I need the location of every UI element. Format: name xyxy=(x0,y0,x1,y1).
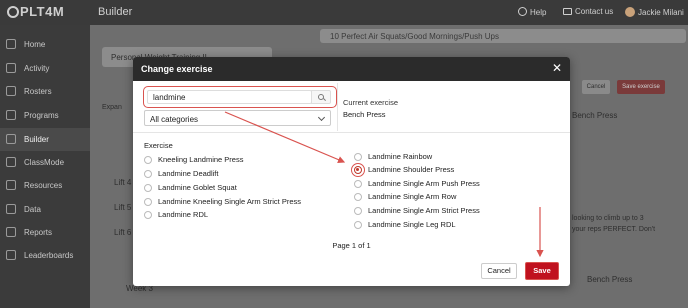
sidebar-item-label: Data xyxy=(24,205,41,214)
radio-button[interactable] xyxy=(144,184,152,192)
sidebar-item-activity[interactable]: Activity xyxy=(0,57,90,80)
bg-note-line: looking to climb up to 3 xyxy=(572,215,644,222)
lift-item[interactable]: Lift 6 xyxy=(114,228,131,237)
exercise-option-label: Landmine RDL xyxy=(158,210,209,219)
exercise-option-label: Landmine Rainbow xyxy=(368,152,433,161)
top-bar: PLT4M Builder Help Contact us Jackie Mil… xyxy=(0,0,688,25)
sidebar-item-label: Home xyxy=(24,40,46,49)
bg-save-exercise-button[interactable]: Save exercise xyxy=(617,80,665,94)
search-icon-handle xyxy=(323,98,326,102)
sidebar-item-label: Builder xyxy=(24,135,49,144)
data-icon xyxy=(6,204,16,214)
user-menu[interactable]: Jackie Milani xyxy=(625,7,684,17)
divider xyxy=(337,83,338,131)
sidebar-item-leaderboards[interactable]: Leaderboards xyxy=(0,244,90,267)
cancel-button[interactable]: Cancel xyxy=(481,263,517,279)
leaderboards-icon xyxy=(6,250,16,260)
sidebar: Home Activity Rosters Programs Builder C… xyxy=(0,25,90,308)
exercise-option-label: Landmine Single Leg RDL xyxy=(368,220,456,229)
radio-button[interactable] xyxy=(354,153,362,161)
exercise-option-label: Landmine Goblet Squat xyxy=(158,183,237,192)
lift-item[interactable]: Lift 5 xyxy=(114,203,131,212)
radio-button[interactable] xyxy=(144,198,152,206)
sidebar-item-reports[interactable]: Reports xyxy=(0,221,90,244)
save-button[interactable]: Save xyxy=(525,262,559,280)
contact-label: Contact us xyxy=(575,7,614,16)
exercise-option-label: Landmine Deadlift xyxy=(158,169,219,178)
sidebar-item-label: Activity xyxy=(24,64,50,73)
reports-icon xyxy=(6,227,16,237)
avatar xyxy=(625,7,635,17)
chevron-down-icon xyxy=(317,113,326,122)
mail-icon xyxy=(563,8,572,15)
app-logo[interactable]: PLT4M xyxy=(7,4,64,19)
bg-cancel-button[interactable]: Cancel xyxy=(582,80,610,94)
sidebar-item-label: Programs xyxy=(24,111,59,120)
exercise-option-label: Kneeling Landmine Press xyxy=(158,155,244,164)
help-icon xyxy=(518,7,527,16)
sidebar-item-classmode[interactable]: ClassMode xyxy=(0,151,90,174)
sidebar-item-resources[interactable]: Resources xyxy=(0,174,90,197)
sidebar-item-data[interactable]: Data xyxy=(0,198,90,221)
exercise-option-label: Landmine Shoulder Press xyxy=(368,165,455,174)
radio-button[interactable] xyxy=(144,170,152,178)
close-icon[interactable]: ✕ xyxy=(552,62,562,74)
sidebar-item-home[interactable]: Home xyxy=(0,33,90,56)
search-highlight xyxy=(143,86,337,108)
logo-mark-icon xyxy=(7,6,19,18)
exercise-option-label: Landmine Single Arm Row xyxy=(368,192,457,201)
bg-exercise-label: Bench Press xyxy=(587,275,633,284)
change-exercise-modal: Change exercise ✕ All categories Current… xyxy=(133,57,570,286)
lift-item[interactable]: Lift 4 xyxy=(114,178,131,187)
expand-all-link[interactable]: Expan xyxy=(102,104,122,111)
exercise-heading: Exercise xyxy=(144,141,173,150)
sidebar-item-rosters[interactable]: Rosters xyxy=(0,80,90,103)
sidebar-item-label: Rosters xyxy=(24,87,52,96)
resources-icon xyxy=(6,180,16,190)
current-exercise-label: Current exercise xyxy=(343,98,399,107)
logo-text: PLT4M xyxy=(20,4,65,19)
modal-header: Change exercise ✕ xyxy=(133,57,570,81)
exercise-option-label: Landmine Single Arm Strict Press xyxy=(368,206,480,215)
radio-button[interactable] xyxy=(354,193,362,201)
help-link[interactable]: Help xyxy=(518,7,546,17)
exercise-search-input[interactable] xyxy=(147,90,312,104)
category-select-value: All categories xyxy=(150,115,199,124)
sidebar-item-label: Leaderboards xyxy=(24,251,74,260)
sidebar-item-label: ClassMode xyxy=(24,158,65,167)
pagination-label: Page 1 of 1 xyxy=(332,241,371,250)
contact-link[interactable]: Contact us xyxy=(563,7,613,16)
exercise-option-label: Landmine Kneeling Single Arm Strict Pres… xyxy=(158,197,301,206)
radio-button[interactable] xyxy=(144,211,152,219)
radio-button[interactable] xyxy=(354,207,362,215)
radio-button[interactable] xyxy=(144,156,152,164)
radio-button[interactable] xyxy=(354,221,362,229)
modal-title: Change exercise xyxy=(141,64,213,74)
radio-button[interactable] xyxy=(354,180,362,188)
help-label: Help xyxy=(530,8,547,17)
activity-icon xyxy=(6,63,16,73)
exercise-option-label: Landmine Single Arm Push Press xyxy=(368,179,480,188)
workout-header-text: 10 Perfect Air Squats/Good Mornings/Push… xyxy=(330,32,499,41)
bg-exercise-select[interactable]: Bench Press xyxy=(572,111,617,120)
builder-icon xyxy=(6,134,16,144)
classmode-icon xyxy=(6,157,16,167)
page-title: Builder xyxy=(98,6,133,18)
home-icon xyxy=(6,39,16,49)
bg-note-line: your reps PERFECT. Don't xyxy=(572,226,656,233)
sidebar-item-label: Resources xyxy=(24,181,63,190)
selection-highlight-ring xyxy=(351,163,365,177)
category-select[interactable]: All categories xyxy=(144,110,331,126)
user-name: Jackie Milani xyxy=(638,8,684,17)
divider xyxy=(133,132,570,133)
current-exercise-value: Bench Press xyxy=(343,110,386,119)
sidebar-item-programs[interactable]: Programs xyxy=(0,104,90,127)
search-button[interactable] xyxy=(311,90,331,104)
rosters-icon xyxy=(6,86,16,96)
sidebar-item-builder[interactable]: Builder xyxy=(0,128,90,151)
sidebar-item-label: Reports xyxy=(24,228,53,237)
programs-icon xyxy=(6,110,16,120)
